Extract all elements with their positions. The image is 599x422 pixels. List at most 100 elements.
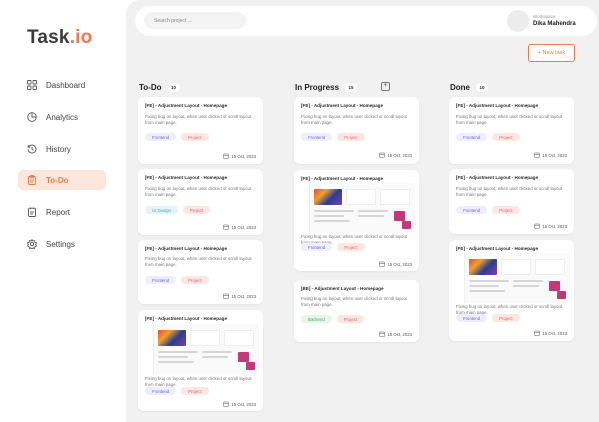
pie-chart-icon xyxy=(27,112,37,122)
sidebar-item-label: Analytics xyxy=(46,112,79,122)
card-title: [FE] - Adjustment Layout - Homepage xyxy=(301,103,384,108)
task-card[interactable]: [FE] - Adjustment Layout - Homepage Fixi… xyxy=(138,169,263,235)
tag-frontend[interactable]: Frontend xyxy=(145,276,177,284)
task-card[interactable]: [FE] - Adjustment Layout - Homepage Fixi… xyxy=(449,240,574,341)
card-date: 15 Oct, 2023 xyxy=(223,293,256,299)
calendar-icon xyxy=(534,223,541,229)
calendar-icon xyxy=(379,152,386,158)
sidebar-item-analytics[interactable]: Analytics xyxy=(18,107,106,127)
card-preview-image xyxy=(453,253,570,303)
calendar-icon xyxy=(534,330,541,336)
sidebar-item-label: Settings xyxy=(46,239,75,249)
card-date: 15 Oct, 2023 xyxy=(534,223,567,229)
card-title: [FE] - Adjustment Layout - Homepage xyxy=(456,246,539,251)
tag-frontend[interactable]: Frontend xyxy=(456,206,488,214)
column-count-badge: 15 xyxy=(345,82,358,92)
column-title: Done xyxy=(450,82,470,92)
tag-frontend[interactable]: Frontend xyxy=(456,133,488,141)
sidebar-item-label: To-Do xyxy=(46,175,69,185)
card-title: [FE] - Adjustment Layout - Homepage xyxy=(145,103,228,108)
calendar-icon xyxy=(223,293,230,299)
app-logo[interactable]: Task.io xyxy=(27,27,92,49)
tag-project[interactable]: Project xyxy=(492,133,520,141)
card-preview-image xyxy=(142,324,259,374)
tag-project[interactable]: Project xyxy=(337,133,365,141)
calendar-icon xyxy=(379,331,386,337)
card-date: 15 Oct, 2023 xyxy=(379,152,412,158)
sidebar-item-report[interactable]: Report xyxy=(18,202,106,222)
clipboard-icon xyxy=(27,175,37,185)
sidebar-item-history[interactable]: History xyxy=(18,139,106,159)
card-title: [FE] - Adjustment Layout - Homepage xyxy=(145,246,228,251)
sidebar-item-label: History xyxy=(46,144,71,154)
sidebar-item-label: Dashboard xyxy=(46,80,86,90)
task-card[interactable]: [FE] - Adjustment Layout - Homepage Fixi… xyxy=(294,170,419,271)
tag-project[interactable]: Project xyxy=(336,315,365,323)
card-description: Fixing bug on layout, when user clicked … xyxy=(145,114,252,126)
task-card[interactable]: [BE] - Adjustment Layout - Homepage Fixi… xyxy=(294,280,419,342)
task-card[interactable]: [FE] - Adjustment Layout - Homepage Fixi… xyxy=(294,97,419,164)
tag-project[interactable]: Project xyxy=(181,276,209,284)
sidebar: Task.io Dashboard Analytics History To-D… xyxy=(0,0,124,422)
sidebar-item-todo[interactable]: To-Do xyxy=(18,170,106,190)
add-card-icon[interactable]: + xyxy=(381,82,390,91)
card-description: Fixing bug on layout, when user clicked … xyxy=(456,186,563,198)
tag-frontend[interactable]: Frontend xyxy=(301,133,333,141)
calendar-icon xyxy=(379,261,386,267)
search-input[interactable] xyxy=(144,12,246,29)
tag-frontend[interactable]: Frontend xyxy=(456,314,488,322)
calendar-icon xyxy=(534,152,541,158)
history-icon xyxy=(27,144,37,154)
column-header-todo: To-Do 10 xyxy=(139,82,180,92)
tag-project[interactable]: Project xyxy=(181,387,209,395)
sidebar-item-label: Report xyxy=(46,207,71,217)
card-description: Fixing bug on layout, when user clicked … xyxy=(145,186,252,198)
tag-project[interactable]: Project xyxy=(492,314,520,322)
tag-project[interactable]: Project xyxy=(181,133,209,141)
column-title: In Progress xyxy=(295,82,340,92)
main-content: Workspace Dika Mahendra + New task To-Do… xyxy=(126,0,599,422)
calendar-icon xyxy=(223,401,230,407)
task-card[interactable]: [FE] - Adjustment Layout - Homepage Fixi… xyxy=(138,97,263,164)
card-title: [FE] - Adjustment Layout - Homepage xyxy=(145,316,228,321)
card-date: 15 Oct, 2023 xyxy=(379,331,412,337)
tag-backend[interactable]: Backend xyxy=(301,315,332,323)
column-header-in-progress: In Progress 15 xyxy=(295,82,358,92)
card-description: Fixing bug on layout, when user clicked … xyxy=(301,296,408,308)
task-card[interactable]: [FE] - Adjustment Layout - Homepage Fixi… xyxy=(449,97,574,164)
gear-icon xyxy=(27,239,37,249)
card-date: 15 Oct, 2023 xyxy=(379,261,412,267)
card-date: 15 Oct, 2023 xyxy=(223,153,256,159)
column-count-badge: 10 xyxy=(167,82,180,92)
workspace-label: Workspace xyxy=(533,14,556,19)
sidebar-item-settings[interactable]: Settings xyxy=(18,234,106,254)
avatar[interactable] xyxy=(507,10,529,32)
tag-ui-design[interactable]: UI Design xyxy=(145,206,178,214)
tag-project[interactable]: Project xyxy=(492,206,520,214)
user-name[interactable]: Dika Mahendra xyxy=(533,21,576,27)
card-title: [FE] - Adjustment Layout - Homepage xyxy=(145,175,228,180)
card-title: [FE] - Adjustment Layout - Homepage xyxy=(301,176,384,181)
calendar-icon xyxy=(223,224,230,230)
card-title: [FE] - Adjustment Layout - Homepage xyxy=(456,103,539,108)
sidebar-item-dashboard[interactable]: Dashboard xyxy=(18,75,106,95)
tag-frontend[interactable]: Frontend xyxy=(301,243,333,251)
card-date: 15 Oct, 2023 xyxy=(223,224,256,230)
tag-frontend[interactable]: Frontend xyxy=(145,133,177,141)
card-date: 15 Oct, 2023 xyxy=(223,401,256,407)
card-description: Fixing bug on layout, when user clicked … xyxy=(301,114,408,126)
task-card[interactable]: [FE] - Adjustment Layout - Homepage Fixi… xyxy=(449,169,574,234)
task-card[interactable]: [FE] - Adjustment Layout - Homepage Fixi… xyxy=(138,240,263,304)
column-title: To-Do xyxy=(139,82,162,92)
tag-frontend[interactable]: Frontend xyxy=(145,387,177,395)
tag-project[interactable]: Project xyxy=(182,206,211,214)
card-date: 15 Oct, 2023 xyxy=(534,330,567,336)
column-count-badge: 10 xyxy=(476,82,488,92)
task-card[interactable]: [FE] - Adjustment Layout - Homepage Fixi… xyxy=(138,310,263,411)
new-task-button[interactable]: + New task xyxy=(528,44,575,62)
column-header-done: Done 10 xyxy=(450,82,488,92)
card-description: Fixing bug on layout, when user clicked … xyxy=(456,114,563,126)
tag-project[interactable]: Project xyxy=(337,243,365,251)
card-title: [BE] - Adjustment Layout - Homepage xyxy=(301,286,384,291)
card-preview-image xyxy=(298,183,415,233)
